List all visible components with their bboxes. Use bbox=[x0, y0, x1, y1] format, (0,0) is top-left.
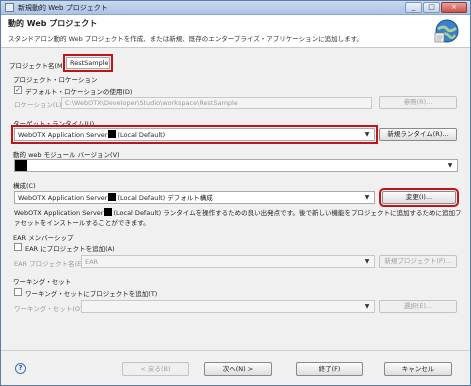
page-title: 動的 Web プロジェクト bbox=[8, 19, 98, 28]
maximize-button[interactable]: □ bbox=[423, 2, 440, 13]
target-runtime-value-prefix: WebOTX Application Server bbox=[18, 131, 108, 139]
dropdown-arrow-icon: ▼ bbox=[447, 162, 453, 169]
configuration-value-prefix: WebOTX Application Server bbox=[18, 194, 108, 202]
redacted-block bbox=[15, 160, 27, 171]
help-icon[interactable]: ? bbox=[15, 363, 26, 374]
back-button[interactable]: < 戻る(B) bbox=[122, 362, 189, 376]
modify-button[interactable]: 変更(I)... bbox=[379, 188, 459, 207]
select-working-set-button[interactable]: 選択(E)... bbox=[379, 300, 457, 313]
ear-membership-group-label: EAR メンバーシップ bbox=[13, 234, 74, 242]
project-name-label: プロジェクト名(M): bbox=[9, 62, 68, 70]
project-location-group-label: プロジェクト・ロケーション bbox=[13, 76, 98, 84]
working-set-select[interactable]: ▼ bbox=[81, 300, 375, 313]
configuration-select[interactable]: WebOTX Application Server (Local Default)… bbox=[14, 191, 375, 204]
new-dynamic-web-project-dialog: 新規動的 Web プロジェクト _ □ × 動的 Web プロジェクト スタンド… bbox=[0, 0, 471, 386]
next-button[interactable]: 次へ(N) > bbox=[204, 362, 272, 376]
configuration-label: 構成(C) bbox=[13, 182, 36, 190]
dropdown-arrow-icon: ▼ bbox=[364, 194, 370, 201]
location-label: ロケーション(L): bbox=[14, 101, 64, 109]
configuration-description: WebOTX Application Server (Local Default)… bbox=[14, 208, 462, 228]
new-runtime-button[interactable]: 新規ランタイム(R)... bbox=[379, 128, 457, 141]
finish-button[interactable]: 終了(F) bbox=[296, 362, 363, 376]
location-input[interactable]: C:\WebOTX\Developer\Studio\workspace\Res… bbox=[61, 97, 372, 109]
module-version-select[interactable]: ▼ bbox=[14, 159, 458, 172]
page-description: スタンドアロン動的 Web プロジェクトを作成、または新規、既存のエンタープライ… bbox=[8, 35, 363, 43]
module-version-label: 動的 web モジュール バージョン(V) bbox=[13, 151, 120, 159]
target-runtime-value-suffix: (Local Default) bbox=[117, 131, 166, 139]
add-to-working-set-label: ワーキング・セットにプロジェクトを追加(T) bbox=[25, 290, 158, 298]
add-to-ear-label: EAR にプロジェクトを追加(A) bbox=[25, 245, 115, 253]
title-bar: 新規動的 Web プロジェクト _ □ × bbox=[1, 1, 470, 15]
add-to-ear-checkbox[interactable] bbox=[14, 243, 22, 251]
close-button[interactable]: × bbox=[441, 2, 467, 13]
cancel-button[interactable]: キャンセル bbox=[384, 362, 452, 376]
browse-button[interactable]: 参照(R)... bbox=[379, 96, 457, 109]
window-title: 新規動的 Web プロジェクト bbox=[18, 4, 108, 12]
use-default-location-label: デフォルト・ロケーションの使用(D) bbox=[25, 88, 133, 96]
add-to-working-set-checkbox[interactable] bbox=[14, 288, 22, 296]
project-name-input[interactable]: RestSample bbox=[63, 54, 113, 72]
eclipse-window-icon bbox=[5, 3, 14, 12]
working-set-group-label: ワーキング・セット bbox=[13, 278, 72, 286]
dropdown-arrow-icon: ▼ bbox=[364, 303, 370, 310]
configuration-description-prefix: WebOTX Application Server bbox=[14, 209, 104, 217]
wizard-header: 動的 Web プロジェクト スタンドアロン動的 Web プロジェクトを作成、また… bbox=[1, 15, 470, 48]
dropdown-arrow-icon: ▼ bbox=[364, 258, 370, 265]
wizard-footer: ? < 戻る(B) 次へ(N) > 終了(F) キャンセル bbox=[1, 351, 470, 386]
redacted-block bbox=[108, 130, 117, 138]
web-project-banner-icon bbox=[434, 19, 459, 43]
configuration-value-suffix: (Local Default) デフォルト構成 bbox=[117, 194, 213, 202]
minimize-button[interactable]: _ bbox=[405, 2, 422, 13]
working-set-label: ワーキング・セット(O): bbox=[14, 305, 85, 313]
window-controls: _ □ × bbox=[405, 2, 467, 13]
redacted-block bbox=[108, 193, 117, 201]
ear-project-name-label: EAR プロジェクト名(E): bbox=[14, 260, 87, 268]
target-runtime-select[interactable]: WebOTX Application Server (Local Default)… bbox=[11, 125, 378, 144]
use-default-location-checkbox[interactable]: ✓ bbox=[14, 86, 22, 94]
ear-project-name-value: EAR bbox=[85, 258, 99, 266]
new-ear-project-button[interactable]: 新規プロジェクト(P)... bbox=[379, 255, 457, 268]
redacted-block bbox=[104, 208, 113, 216]
ear-project-name-select[interactable]: EAR ▼ bbox=[81, 255, 375, 268]
target-runtime-label: ターゲット・ランタイム(U) bbox=[13, 120, 95, 128]
dropdown-arrow-icon: ▼ bbox=[364, 131, 370, 138]
